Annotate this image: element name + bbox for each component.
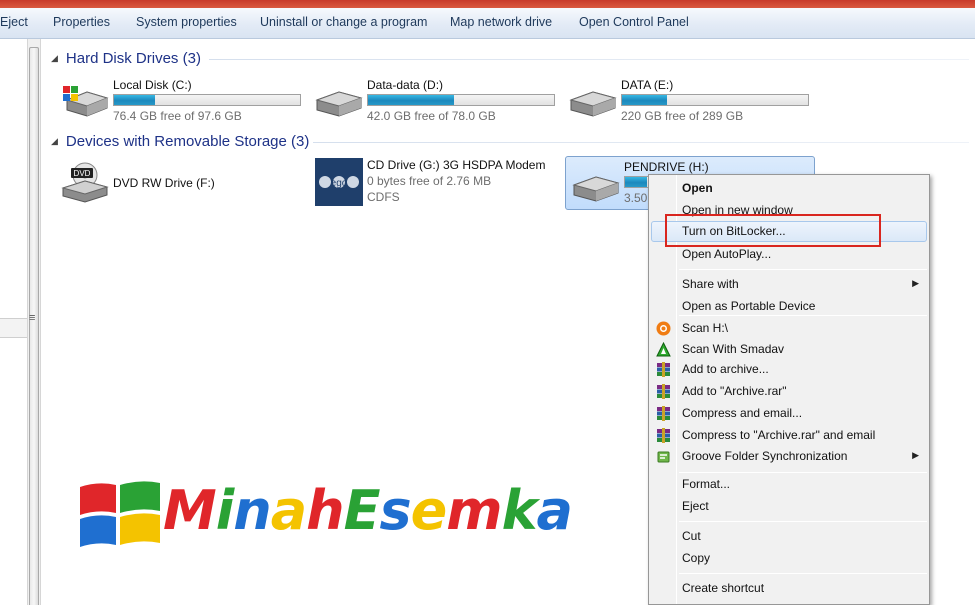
logo-letter: s xyxy=(379,479,412,542)
properties-button[interactable]: Properties xyxy=(53,15,110,29)
menu-scan-h[interactable]: Scan H:\ xyxy=(651,318,927,339)
menu-eject[interactable]: Eject xyxy=(651,496,927,517)
menu-open-autoplay[interactable]: Open AutoPlay... xyxy=(651,244,927,265)
minahesemka-logo: MinahEsemka xyxy=(78,477,573,562)
menu-share-with[interactable]: Share with ▶ xyxy=(651,274,927,295)
command-toolbar: Eject Properties System properties Unins… xyxy=(0,8,975,39)
free-space-text: 42.0 GB free of 78.0 GB xyxy=(367,109,496,123)
drive-name: DVD RW Drive (F:) xyxy=(113,176,215,190)
menu-scan-smadav[interactable]: Scan With Smadav xyxy=(651,339,927,360)
logo-text: MinahEsemka xyxy=(163,479,573,542)
logo-letter: a xyxy=(536,479,573,542)
menu-format[interactable]: Format... xyxy=(651,474,927,495)
capacity-bar xyxy=(367,94,555,106)
menu-separator xyxy=(679,269,927,270)
submenu-arrow-icon: ▶ xyxy=(912,450,919,460)
collapse-triangle-icon[interactable]: ◢ xyxy=(51,53,58,64)
hard-drive-icon xyxy=(569,91,617,117)
usb-drive-icon xyxy=(572,176,620,202)
free-space-text: 76.4 GB free of 97.6 GB xyxy=(113,109,242,123)
windows-drive-icon xyxy=(63,86,109,117)
drive-name: DATA (E:) xyxy=(621,78,674,92)
menu-compress-and-email[interactable]: Compress and email... xyxy=(651,403,927,424)
submenu-arrow-icon: ▶ xyxy=(912,278,919,288)
logo-letter: E xyxy=(343,479,381,542)
dvd-drive-icon: DVD xyxy=(61,162,109,203)
groove-icon xyxy=(657,451,670,463)
logo-letter: m xyxy=(446,479,502,542)
nav-scrollbar-thumb[interactable] xyxy=(29,47,39,605)
logo-letter: a xyxy=(270,479,307,542)
group-header-hard-disk[interactable]: ◢ Hard Disk Drives (3) xyxy=(51,48,201,68)
menu-separator xyxy=(679,315,927,316)
nav-selected-row[interactable] xyxy=(0,318,27,338)
winrar-icon xyxy=(657,384,670,399)
drive-cd-g[interactable]: ego CD Drive (G:) 3G HSDPA Modem 0 bytes… xyxy=(309,156,599,210)
window-title-strip xyxy=(0,0,975,8)
drive-local-c[interactable]: Local Disk (C:) 76.4 GB free of 97.6 GB xyxy=(55,72,305,126)
uninstall-program-button[interactable]: Uninstall or change a program xyxy=(260,15,427,29)
filesystem-text: CDFS xyxy=(367,190,400,204)
group-divider xyxy=(313,142,969,143)
navigation-pane: lode xyxy=(0,39,27,605)
logo-letter: k xyxy=(501,479,538,542)
menu-separator xyxy=(679,472,927,473)
menu-open[interactable]: Open xyxy=(651,178,927,199)
menu-compress-rar-email[interactable]: Compress to "Archive.rar" and email xyxy=(651,425,927,446)
group-header-removable[interactable]: ◢ Devices with Removable Storage (3) xyxy=(51,131,309,151)
menu-create-shortcut[interactable]: Create shortcut xyxy=(651,578,927,599)
logo-letter: h xyxy=(306,479,344,542)
eject-button[interactable]: Eject xyxy=(0,15,28,29)
menu-separator xyxy=(679,573,927,574)
collapse-triangle-icon[interactable]: ◢ xyxy=(51,136,58,147)
free-space-text: 0 bytes free of 2.76 MB xyxy=(367,174,492,188)
capacity-bar xyxy=(621,94,809,106)
hard-drive-icon xyxy=(315,91,363,117)
drive-name: Data-data (D:) xyxy=(367,78,444,92)
windows-flag-icon xyxy=(80,481,160,547)
drive-name: CD Drive (G:) 3G HSDPA Modem xyxy=(367,158,546,172)
modem-cd-icon: ego xyxy=(315,158,363,206)
dvd-badge: DVD xyxy=(74,169,91,178)
winrar-icon xyxy=(657,362,670,377)
map-network-drive-button[interactable]: Map network drive xyxy=(450,15,552,29)
highlight-annotation-box xyxy=(665,214,881,247)
free-space-text: 220 GB free of 289 GB xyxy=(621,109,744,123)
menu-open-portable-device[interactable]: Open as Portable Device xyxy=(651,296,927,317)
menu-add-to-archive[interactable]: Add to archive... xyxy=(651,359,927,380)
logo-letter: e xyxy=(410,479,448,542)
system-properties-button[interactable]: System properties xyxy=(136,15,237,29)
logo-letter: M xyxy=(163,479,217,542)
menu-copy[interactable]: Copy xyxy=(651,548,927,569)
logo-letter: n xyxy=(233,479,271,542)
drive-dvd-f[interactable]: DVD DVD RW Drive (F:) xyxy=(55,156,305,210)
open-control-panel-button[interactable]: Open Control Panel xyxy=(579,15,689,29)
winrar-icon xyxy=(657,406,670,421)
avast-icon xyxy=(656,321,671,336)
drive-name: PENDRIVE (H:) xyxy=(624,160,709,174)
group-divider xyxy=(209,59,969,60)
menu-cut[interactable]: Cut xyxy=(651,526,927,547)
menu-groove-sync[interactable]: Groove Folder Synchronization ▶ xyxy=(651,446,927,467)
modem-art-text: ego xyxy=(331,178,348,189)
drive-data-d[interactable]: Data-data (D:) 42.0 GB free of 78.0 GB xyxy=(309,72,559,126)
free-space-text: 3.50 xyxy=(624,191,648,205)
drive-data-e[interactable]: DATA (E:) 220 GB free of 289 GB xyxy=(563,72,813,126)
winrar-icon xyxy=(657,428,670,443)
splitter-grip-icon[interactable]: ≡ xyxy=(29,312,35,324)
smadav-icon xyxy=(656,342,671,357)
menu-separator xyxy=(679,521,927,522)
menu-add-to-archive-rar[interactable]: Add to "Archive.rar" xyxy=(651,381,927,402)
logo-letter: i xyxy=(215,479,234,542)
drive-name: Local Disk (C:) xyxy=(113,78,192,92)
capacity-bar xyxy=(113,94,301,106)
